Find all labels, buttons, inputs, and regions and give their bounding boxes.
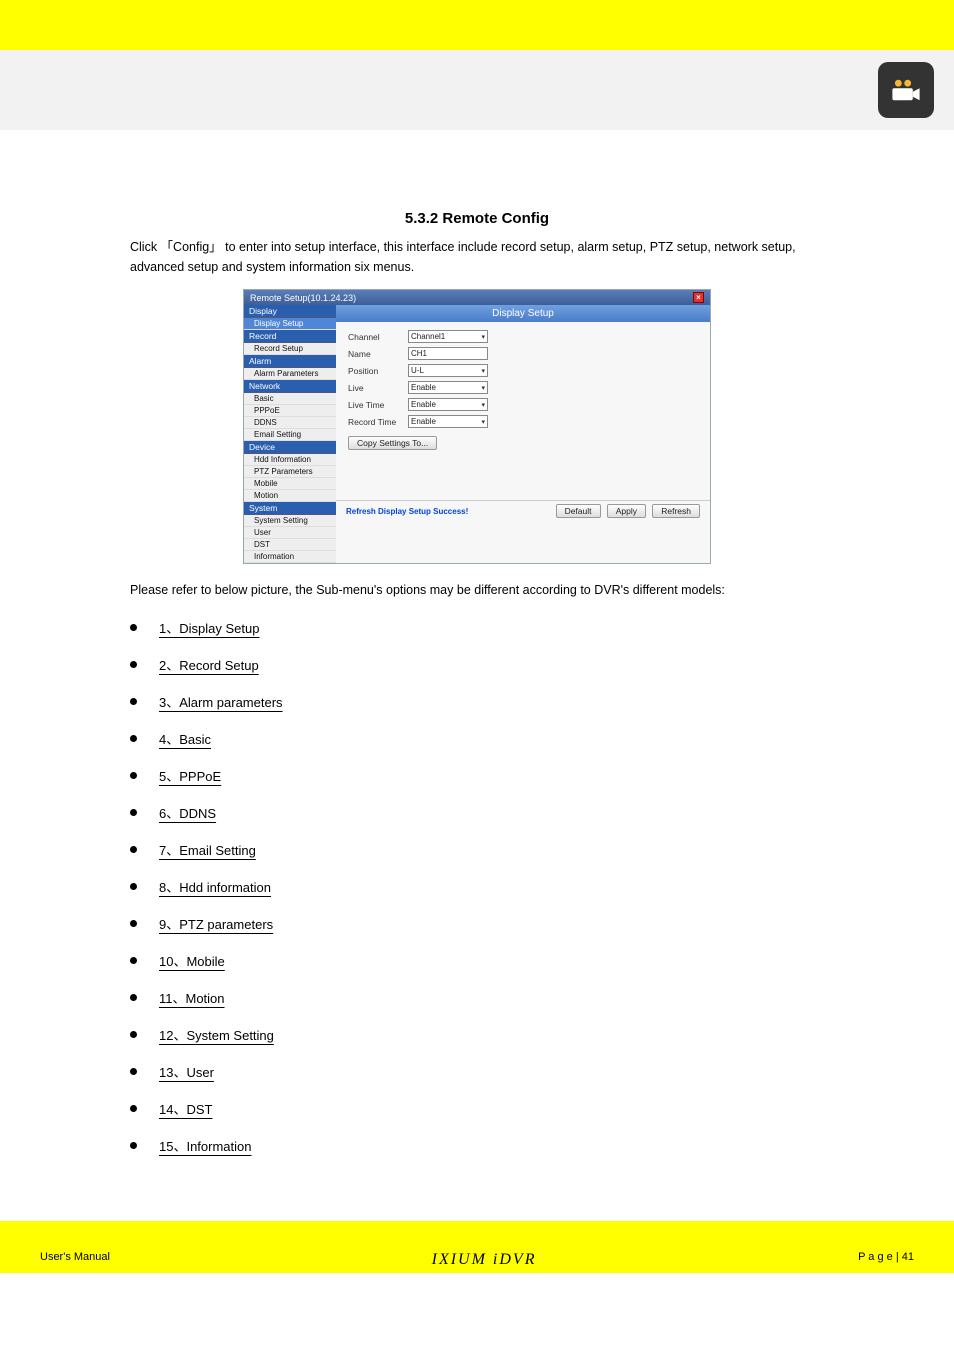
list-item: 3、Alarm parameters: [130, 692, 824, 711]
window-title: Remote Setup(10.1.24.23): [250, 293, 356, 303]
nav-item-system-setting[interactable]: System Setting: [244, 515, 336, 527]
list-item: 14、DST: [130, 1099, 824, 1118]
bullet-icon: [130, 809, 137, 816]
bullet-icon: [130, 624, 137, 631]
nav-item-email[interactable]: Email Setting: [244, 429, 336, 441]
section-title: 5.3.2 Remote Config: [0, 210, 954, 227]
bullet-icon: [130, 994, 137, 1001]
label-live: Live: [348, 383, 408, 393]
nav-item-ddns[interactable]: DDNS: [244, 417, 336, 429]
nav-cat-system[interactable]: System: [244, 502, 336, 515]
intro-paragraph: Click 「Config」 to enter into setup inter…: [0, 237, 954, 277]
nav-item-ptz[interactable]: PTZ Parameters: [244, 466, 336, 478]
copy-settings-button[interactable]: Copy Settings To...: [348, 436, 437, 450]
nav-cat-display[interactable]: Display: [244, 305, 336, 318]
header-band: [0, 50, 954, 130]
list-item: 10、Mobile: [130, 951, 824, 970]
refresh-button[interactable]: Refresh: [652, 504, 700, 518]
close-icon[interactable]: ×: [693, 292, 704, 303]
bullet-icon: [130, 661, 137, 668]
bullet-icon: [130, 883, 137, 890]
bullet-icon: [130, 920, 137, 927]
list-item: 2、Record Setup: [130, 655, 824, 674]
nav-item-mobile[interactable]: Mobile: [244, 478, 336, 490]
footer-band: User's Manual IXIUM iDVR P a g e | 41: [0, 1221, 954, 1273]
nav-cat-network[interactable]: Network: [244, 380, 336, 393]
select-recordtime[interactable]: Enable: [408, 415, 488, 428]
top-yellow-bar: [0, 0, 954, 50]
list-item: 13、User: [130, 1062, 824, 1081]
apply-button[interactable]: Apply: [607, 504, 646, 518]
nav-item-motion[interactable]: Motion: [244, 490, 336, 502]
bullet-icon: [130, 1105, 137, 1112]
select-livetime[interactable]: Enable: [408, 398, 488, 411]
footer-right: P a g e | 41: [858, 1251, 914, 1269]
bullet-icon: [130, 735, 137, 742]
list-item: 11、Motion: [130, 988, 824, 1007]
select-position[interactable]: U-L: [408, 364, 488, 377]
bullet-icon: [130, 698, 137, 705]
nav-item-alarm-parameters[interactable]: Alarm Parameters: [244, 368, 336, 380]
select-channel[interactable]: Channel1: [408, 330, 488, 343]
list-item: 6、DDNS: [130, 803, 824, 822]
list-item: 4、Basic: [130, 729, 824, 748]
bullet-icon: [130, 1068, 137, 1075]
status-message: Refresh Display Setup Success!: [346, 507, 468, 516]
nav-item-dst[interactable]: DST: [244, 539, 336, 551]
bullet-icon: [130, 1142, 137, 1149]
panel-title: Display Setup: [336, 305, 710, 322]
nav-item-hdd[interactable]: Hdd Information: [244, 454, 336, 466]
nav-cat-alarm[interactable]: Alarm: [244, 355, 336, 368]
label-position: Position: [348, 366, 408, 376]
nav-cat-device[interactable]: Device: [244, 441, 336, 454]
nav-item-information[interactable]: Information: [244, 551, 336, 563]
default-button[interactable]: Default: [556, 504, 601, 518]
camera-icon: [878, 62, 934, 118]
list-item: 9、PTZ parameters: [130, 914, 824, 933]
list-item: 15、Information: [130, 1136, 824, 1155]
list-item: 12、System Setting: [130, 1025, 824, 1044]
nav-item-record-setup[interactable]: Record Setup: [244, 343, 336, 355]
bullet-icon: [130, 957, 137, 964]
nav-item-basic[interactable]: Basic: [244, 393, 336, 405]
submenu-outline-list: 1、Display Setup 2、Record Setup 3、Alarm p…: [0, 618, 954, 1155]
footer-left: User's Manual: [40, 1251, 110, 1269]
label-recordtime: Record Time: [348, 417, 408, 427]
label-name: Name: [348, 349, 408, 359]
nav-item-display-setup[interactable]: Display Setup: [244, 318, 336, 330]
bullet-icon: [130, 846, 137, 853]
select-live[interactable]: Enable: [408, 381, 488, 394]
bullet-icon: [130, 1031, 137, 1038]
label-livetime: Live Time: [348, 400, 408, 410]
screenshot-remote-setup: Remote Setup(10.1.24.23) × Display Displ…: [243, 289, 711, 564]
list-item: 5、PPPoE: [130, 766, 824, 785]
label-channel: Channel: [348, 332, 408, 342]
footer-model: IXIUM iDVR: [432, 1251, 537, 1269]
list-item: 7、Email Setting: [130, 840, 824, 859]
window-titlebar: Remote Setup(10.1.24.23) ×: [244, 290, 710, 305]
input-name[interactable]: CH1: [408, 347, 488, 360]
list-item: 8、Hdd information: [130, 877, 824, 896]
sidebar-nav: Display Display Setup Record Record Setu…: [244, 305, 336, 563]
bullet-icon: [130, 772, 137, 779]
nav-item-user[interactable]: User: [244, 527, 336, 539]
nav-item-pppoe[interactable]: PPPoE: [244, 405, 336, 417]
list-item: 1、Display Setup: [130, 618, 824, 637]
nav-cat-record[interactable]: Record: [244, 330, 336, 343]
subnote-paragraph: Please refer to below picture, the Sub-m…: [0, 580, 954, 600]
